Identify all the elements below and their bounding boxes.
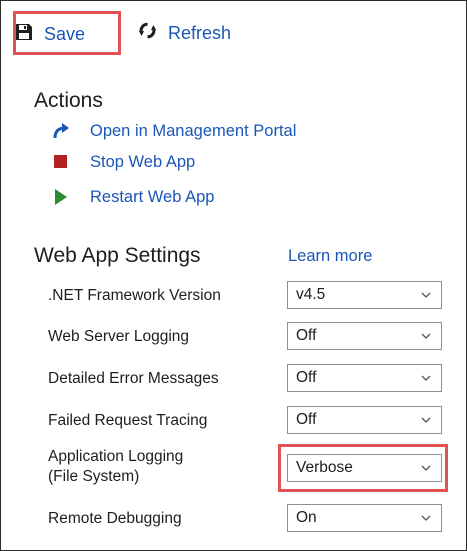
learn-more-link[interactable]: Learn more <box>288 247 372 266</box>
select-value: On <box>296 509 317 526</box>
chevron-down-icon <box>421 375 431 381</box>
remote-debugging-label: Remote Debugging <box>48 510 182 527</box>
application-logging-label-line2: (File System) <box>48 468 140 485</box>
failed-request-tracing-label: Failed Request Tracing <box>48 412 208 429</box>
select-value: Off <box>296 369 317 386</box>
open-management-portal-link[interactable]: Open in Management Portal <box>51 121 296 141</box>
web-server-logging-label: Web Server Logging <box>48 328 190 345</box>
save-button[interactable]: Save <box>15 12 124 56</box>
net-framework-version-label: .NET Framework Version <box>48 287 221 304</box>
save-label: Save <box>44 23 86 44</box>
select-value: Off <box>296 327 317 344</box>
restart-web-app-label: Restart Web App <box>90 187 215 206</box>
save-icon <box>15 23 33 46</box>
select-value: v4.5 <box>296 286 326 303</box>
stop-web-app-link[interactable]: Stop Web App <box>51 152 195 172</box>
stop-icon <box>51 152 71 172</box>
web-app-settings-heading: Web App Settings <box>34 244 201 267</box>
application-logging-label-line1: Application Logging <box>48 448 184 465</box>
application-logging-label: Application Logging (File System) <box>48 447 183 487</box>
remote-debugging-select[interactable]: On <box>287 504 442 532</box>
failed-request-tracing-select[interactable]: Off <box>287 406 442 434</box>
net-framework-version-select[interactable]: v4.5 <box>287 281 442 309</box>
restart-web-app-link[interactable]: Restart Web App <box>51 187 214 207</box>
application-logging-select[interactable]: Verbose <box>287 454 442 482</box>
actions-heading: Actions <box>34 89 103 112</box>
toolbar: Save Refresh <box>1 1 466 67</box>
refresh-label: Refresh <box>168 22 232 43</box>
app-window: Save Refresh Actions Open in Management … <box>0 0 467 551</box>
select-value: Verbose <box>296 459 353 476</box>
chevron-down-icon <box>421 292 431 298</box>
open-portal-label: Open in Management Portal <box>90 121 297 140</box>
play-icon <box>51 187 71 207</box>
refresh-icon <box>139 22 156 44</box>
refresh-button[interactable]: Refresh <box>139 19 231 47</box>
chevron-down-icon <box>421 465 431 471</box>
chevron-down-icon <box>421 333 431 339</box>
stop-web-app-label: Stop Web App <box>90 152 196 171</box>
chevron-down-icon <box>421 417 431 423</box>
detailed-error-messages-label: Detailed Error Messages <box>48 370 219 387</box>
detailed-error-messages-select[interactable]: Off <box>287 364 442 392</box>
select-value: Off <box>296 411 317 428</box>
web-server-logging-select[interactable]: Off <box>287 322 442 350</box>
open-portal-icon <box>51 121 71 141</box>
chevron-down-icon <box>421 515 431 521</box>
